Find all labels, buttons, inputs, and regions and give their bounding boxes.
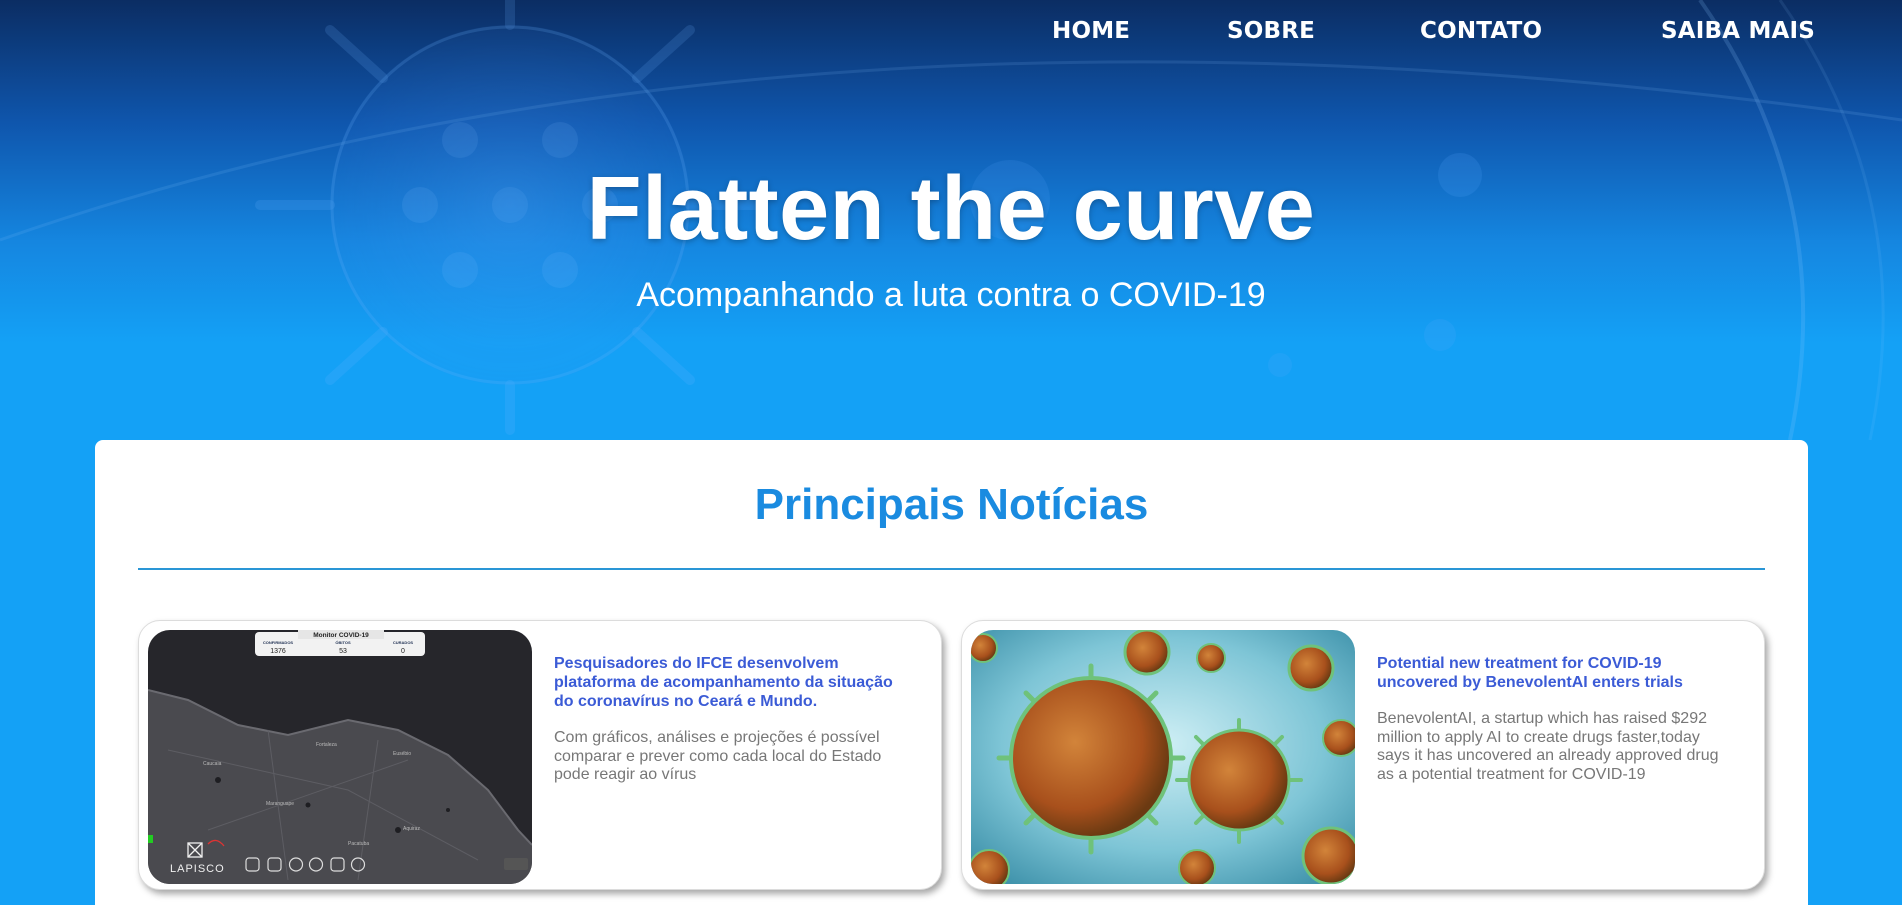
- svg-text:Caucaia: Caucaia: [203, 761, 222, 767]
- svg-text:0: 0: [401, 648, 405, 655]
- nav-home-link[interactable]: HOME: [1052, 18, 1130, 44]
- svg-text:1376: 1376: [270, 648, 286, 655]
- news-card-description: BenevolentAI, a startup which has raised…: [1377, 710, 1719, 783]
- news-card-description: Com gráficos, análises e projeções é pos…: [554, 729, 882, 783]
- news-card-title[interactable]: Potential new treatment for COVID-19 unc…: [1377, 654, 1737, 692]
- news-card-ifce[interactable]: Monitor COVID-19 CONFIRMADOS ÓBITOS CURA…: [138, 620, 942, 890]
- news-heading: Principais Notícias: [754, 480, 1149, 529]
- svg-text:Eusébio: Eusébio: [393, 751, 411, 757]
- svg-text:Fortaleza: Fortaleza: [316, 742, 337, 748]
- news-card-ifce-text: Pesquisadores do IFCE desenvolvem plataf…: [554, 654, 914, 785]
- news-card-benevolentai-text: Potential new treatment for COVID-19 unc…: [1377, 654, 1737, 784]
- hero-subtitle: Acompanhando a luta contra o COVID-19: [636, 276, 1266, 314]
- nav-saiba-mais-link[interactable]: SAIBA MAIS: [1661, 18, 1815, 44]
- news-card-benevolentai[interactable]: Potential new treatment for COVID-19 unc…: [961, 620, 1765, 890]
- svg-text:CONFIRMADOS: CONFIRMADOS: [263, 640, 294, 645]
- lapisco-logo: LAPISCO: [170, 863, 225, 875]
- svg-text:Pacatuba: Pacatuba: [348, 841, 369, 847]
- nav-sobre-link[interactable]: SOBRE: [1227, 18, 1315, 44]
- svg-text:ÓBITOS: ÓBITOS: [335, 640, 351, 645]
- heading-divider: [138, 568, 1765, 570]
- svg-text:53: 53: [339, 648, 347, 655]
- svg-text:CURADOS: CURADOS: [393, 640, 414, 645]
- nav-contato-link[interactable]: CONTATO: [1420, 18, 1542, 44]
- news-card-title[interactable]: Pesquisadores do IFCE desenvolvem plataf…: [554, 654, 914, 711]
- top-navigation: HOME SOBRE CONTATO SAIBA MAIS: [0, 18, 1902, 54]
- coronavirus-image[interactable]: [971, 630, 1355, 884]
- monitor-covid-map-image[interactable]: Monitor COVID-19 CONFIRMADOS ÓBITOS CURA…: [148, 630, 532, 884]
- hero-banner: HOME SOBRE CONTATO SAIBA MAIS Flatten th…: [0, 0, 1902, 440]
- news-panel: Principais Notícias Monitor COVID-19 CON…: [95, 440, 1808, 905]
- monitor-banner-title: Monitor COVID-19: [313, 632, 369, 639]
- svg-text:Maranguape: Maranguape: [266, 801, 294, 807]
- svg-text:Aquiraz: Aquiraz: [403, 826, 420, 832]
- hero-title: Flatten the curve: [586, 159, 1316, 259]
